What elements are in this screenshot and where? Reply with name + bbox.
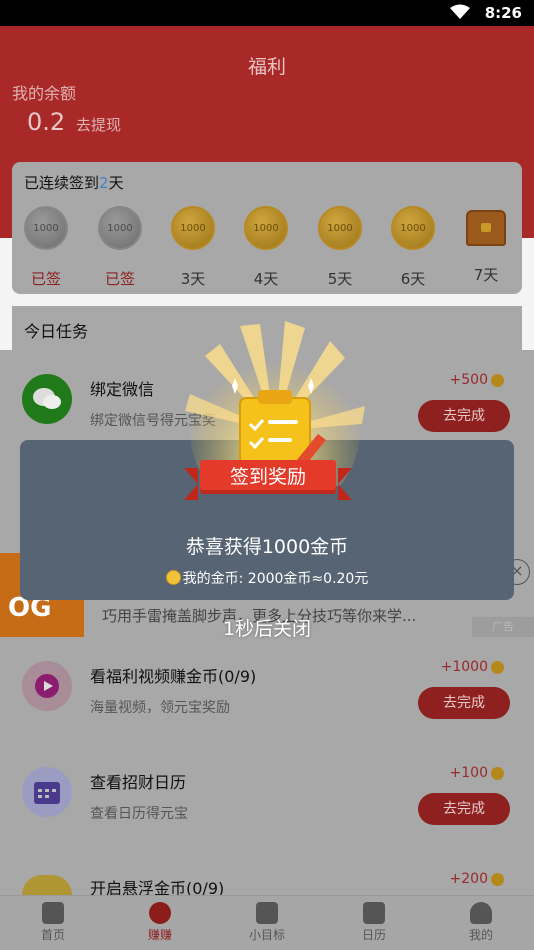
auto-close-countdown: 1秒后关闭	[222, 618, 312, 640]
coin-icon	[165, 570, 181, 585]
checkin-day-4: 1000 4天	[242, 206, 290, 289]
coin-icon	[491, 873, 504, 886]
play-video-icon	[22, 661, 72, 711]
user-icon	[470, 902, 492, 924]
task-desc: 查看日历得元宝	[90, 806, 188, 822]
task-reward: +500	[449, 372, 488, 388]
task-reward: +200	[449, 871, 488, 887]
coin-icon: 1000	[244, 206, 288, 250]
day-label: 7天	[473, 266, 499, 284]
coin-icon	[491, 374, 504, 387]
day-label: 已签	[104, 270, 135, 288]
coin-icon: 1000	[318, 206, 362, 250]
task-title: 看福利视频赚金币(0/9)	[90, 667, 257, 686]
checkin-day-1: 1000 已签	[22, 206, 70, 289]
checkin-day-2: 1000 已签	[96, 206, 144, 289]
bottom-tab-bar: 首页 赚赚 小目标 日历 我的	[0, 895, 534, 950]
coin-icon	[491, 767, 504, 780]
withdraw-link[interactable]: 去提现	[76, 114, 121, 135]
money-bag-icon	[149, 902, 171, 924]
tab-earn[interactable]: 赚赚	[120, 902, 200, 943]
task-floating-coin: 开启悬浮金币(0/9) +200	[0, 849, 534, 898]
reward-message: 恭喜获得1000金币	[185, 536, 349, 558]
wechat-icon	[22, 374, 72, 424]
day-label: 6天	[400, 270, 426, 288]
complete-button[interactable]: 去完成	[418, 400, 510, 432]
status-time: 8:26	[484, 4, 522, 22]
treasure-chest-icon	[466, 206, 506, 246]
calendar-icon	[363, 902, 385, 924]
task-title: 查看招财日历	[90, 773, 187, 792]
status-bar: 8:26	[0, 0, 534, 26]
checkin-day-7: 7天	[462, 206, 510, 285]
home-icon	[42, 902, 64, 924]
reward-ribbon: 签到奖励	[184, 456, 352, 502]
coin-icon: 1000	[391, 206, 435, 250]
tab-calendar[interactable]: 日历	[334, 902, 414, 943]
balance-value: 0.2	[27, 108, 66, 136]
tab-mine[interactable]: 我的	[441, 902, 521, 943]
tab-home[interactable]: 首页	[13, 902, 93, 943]
day-label: 5天	[327, 270, 353, 288]
checkin-day-3: 1000 3天	[169, 206, 217, 289]
coins-icon	[22, 875, 72, 895]
coin-icon: 1000	[98, 206, 142, 250]
task-watch-video: 看福利视频赚金币(0/9) 海量视频，领元宝奖励 +1000 去完成	[0, 637, 534, 744]
balance-label: 我的余额	[12, 84, 77, 103]
target-icon	[256, 902, 278, 924]
calendar-icon	[22, 767, 72, 817]
day-label: 已签	[30, 270, 61, 288]
wifi-icon	[450, 4, 470, 19]
task-reward: +1000	[440, 659, 488, 675]
checkin-day-5: 1000 5天	[316, 206, 364, 289]
day-label: 3天	[180, 270, 206, 288]
page-title: 福利	[247, 56, 286, 78]
coin-balance-detail: 我的金币: 2000金币≈0.20元	[20, 568, 514, 588]
section-title: 今日任务	[24, 322, 89, 341]
complete-button[interactable]: 去完成	[418, 687, 510, 719]
task-view-calendar: 查看招财日历 查看日历得元宝 +100 去完成	[0, 743, 534, 850]
task-reward: +100	[449, 765, 488, 781]
checkin-card: 已连续签到2天 1000 已签 1000 已签 1000 3天 1000 4天 …	[12, 162, 522, 294]
day-label: 4天	[253, 270, 279, 288]
task-title: 绑定微信	[90, 380, 155, 399]
tab-target[interactable]: 小目标	[227, 902, 307, 943]
coin-icon: 1000	[24, 206, 68, 250]
checkin-day-6: 1000 6天	[389, 206, 437, 289]
coin-icon	[491, 661, 504, 674]
task-desc: 海量视频，领元宝奖励	[90, 700, 230, 716]
dialog-title: 签到奖励	[200, 460, 336, 494]
coin-icon: 1000	[171, 206, 215, 250]
complete-button[interactable]: 去完成	[418, 793, 510, 825]
checkin-streak: 已连续签到2天	[24, 174, 124, 192]
